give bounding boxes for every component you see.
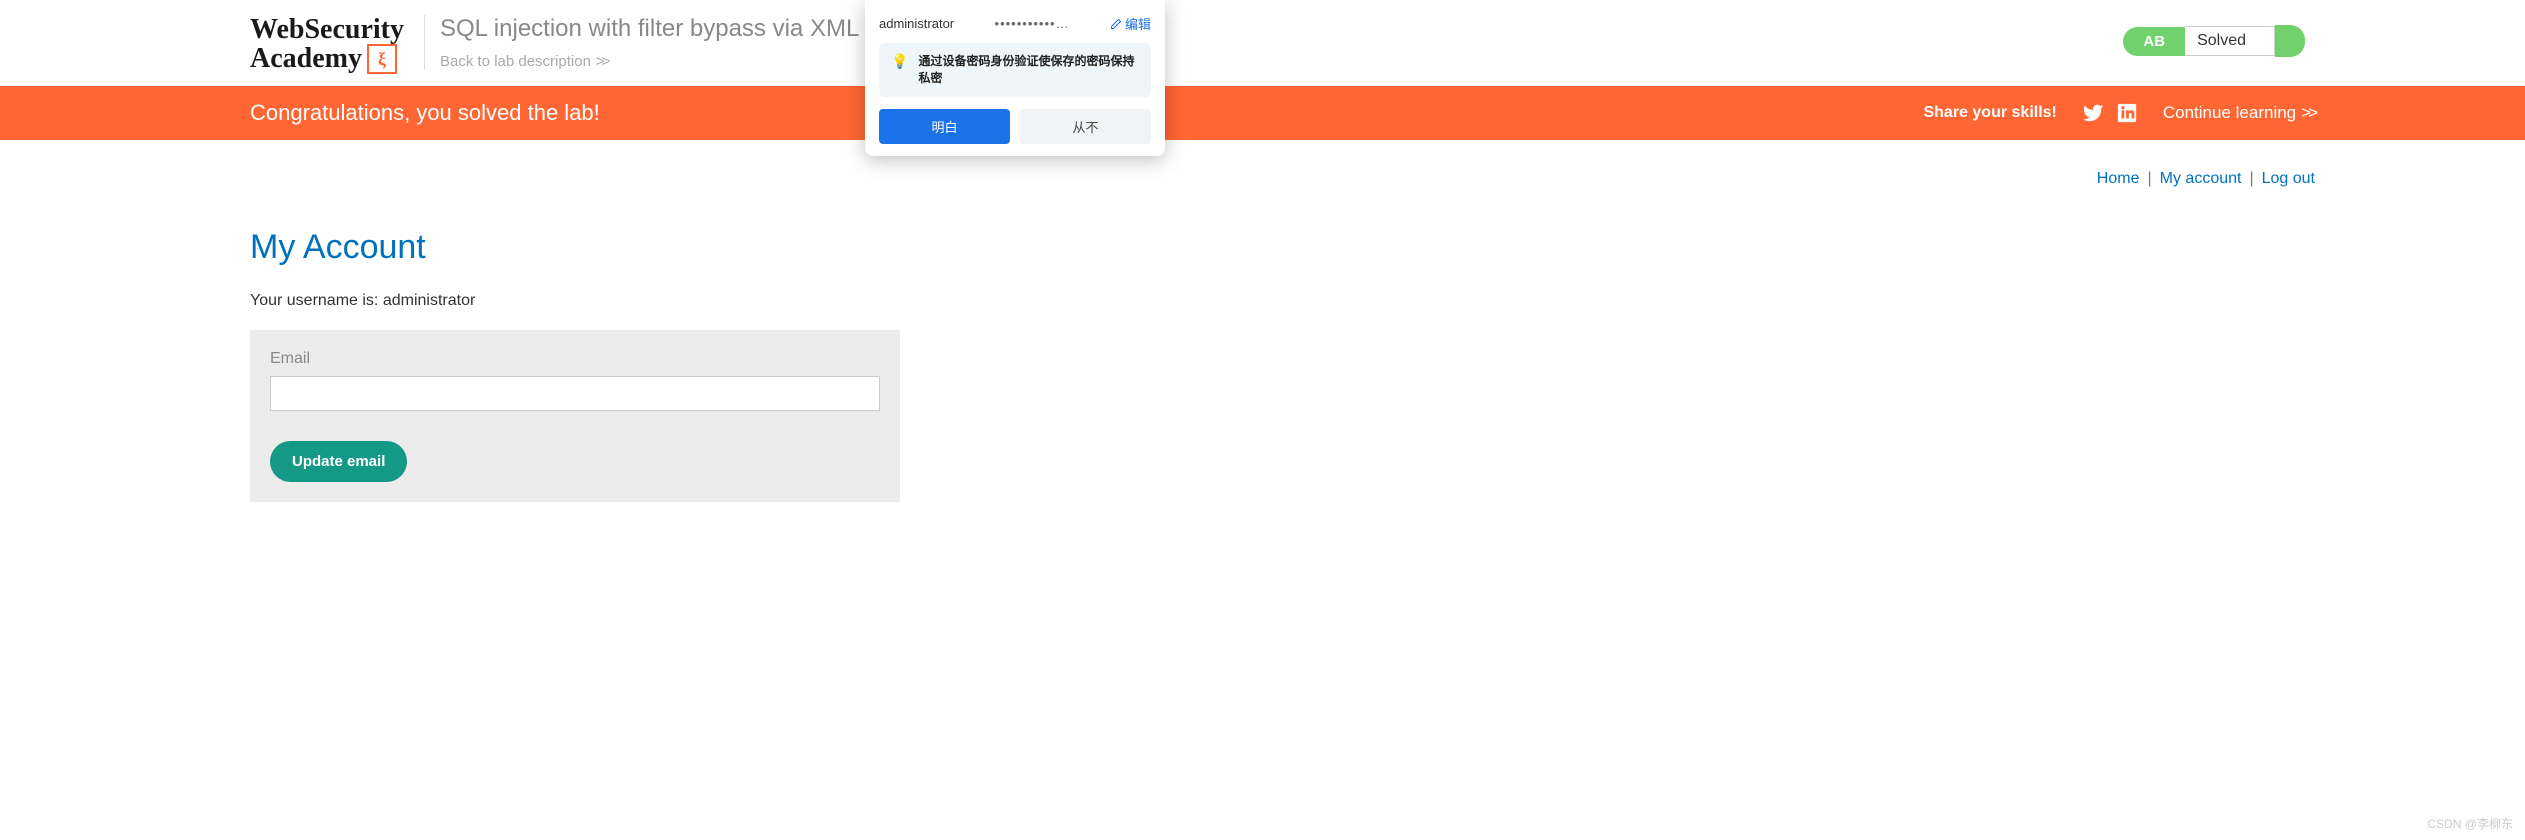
congrats-text: Congratulations, you solved the lab! bbox=[250, 100, 600, 126]
nav-logout[interactable]: Log out bbox=[2262, 170, 2315, 188]
popup-message-box: 💡 通过设备密码身份验证使保存的密码保持私密 bbox=[879, 43, 1151, 97]
logo-badge-icon: ξ bbox=[367, 44, 397, 74]
nav-sep: | bbox=[2249, 170, 2253, 188]
username-line: Your username is: administrator bbox=[250, 292, 2275, 310]
logo-text-1: WebSecurity bbox=[250, 15, 404, 44]
popup-username: administrator bbox=[879, 16, 954, 31]
twitter-icon[interactable] bbox=[2082, 102, 2104, 124]
lab-title: SQL injection with filter bypass via XML… bbox=[440, 15, 878, 43]
email-form: Email Update email bbox=[250, 330, 900, 502]
popup-message-text: 通过设备密码身份验证使保存的密码保持私密 bbox=[918, 53, 1139, 87]
lab-solved-cap bbox=[2275, 25, 2305, 57]
nav-sep: | bbox=[2147, 170, 2151, 188]
lab-badge: AB bbox=[2123, 27, 2185, 56]
watermark: CSDN @李柳东 bbox=[2427, 815, 2513, 832]
lab-status: AB Solved bbox=[2123, 25, 2305, 57]
update-email-button[interactable]: Update email bbox=[270, 441, 407, 482]
chevron-right-icon: >> bbox=[596, 53, 608, 70]
success-banner: Congratulations, you solved the lab! Sha… bbox=[0, 86, 2525, 140]
logo-text-2: Academyξ bbox=[250, 44, 404, 76]
lab-solved-text: Solved bbox=[2185, 26, 2275, 56]
lightbulb-icon: 💡 bbox=[891, 53, 908, 70]
username-value: administrator bbox=[383, 292, 475, 309]
popup-password-masked: •••••••••••… bbox=[995, 16, 1070, 31]
page-title: My Account bbox=[250, 228, 2275, 267]
password-save-popup: administrator •••••••••••… 编辑 💡 通过设备密码身份… bbox=[865, 0, 1165, 156]
popup-never-button[interactable]: 从不 bbox=[1020, 109, 1151, 144]
continue-learning-link[interactable]: Continue learning>> bbox=[2163, 103, 2315, 123]
pencil-icon bbox=[1110, 18, 1122, 30]
email-label: Email bbox=[270, 350, 880, 368]
share-label: Share your skills! bbox=[1923, 104, 2056, 122]
email-field[interactable] bbox=[270, 376, 880, 411]
popup-ok-button[interactable]: 明白 bbox=[879, 109, 1010, 144]
nav-my-account[interactable]: My account bbox=[2160, 170, 2242, 188]
back-to-lab-link[interactable]: Back to lab description>> bbox=[440, 53, 878, 70]
linkedin-icon[interactable] bbox=[2116, 102, 2138, 124]
chevron-right-icon: >> bbox=[2301, 103, 2315, 122]
top-nav: Home | My account | Log out bbox=[250, 170, 2315, 188]
popup-edit-link[interactable]: 编辑 bbox=[1110, 14, 1151, 33]
logo[interactable]: WebSecurity Academyξ bbox=[250, 15, 404, 76]
nav-home[interactable]: Home bbox=[2097, 170, 2140, 188]
